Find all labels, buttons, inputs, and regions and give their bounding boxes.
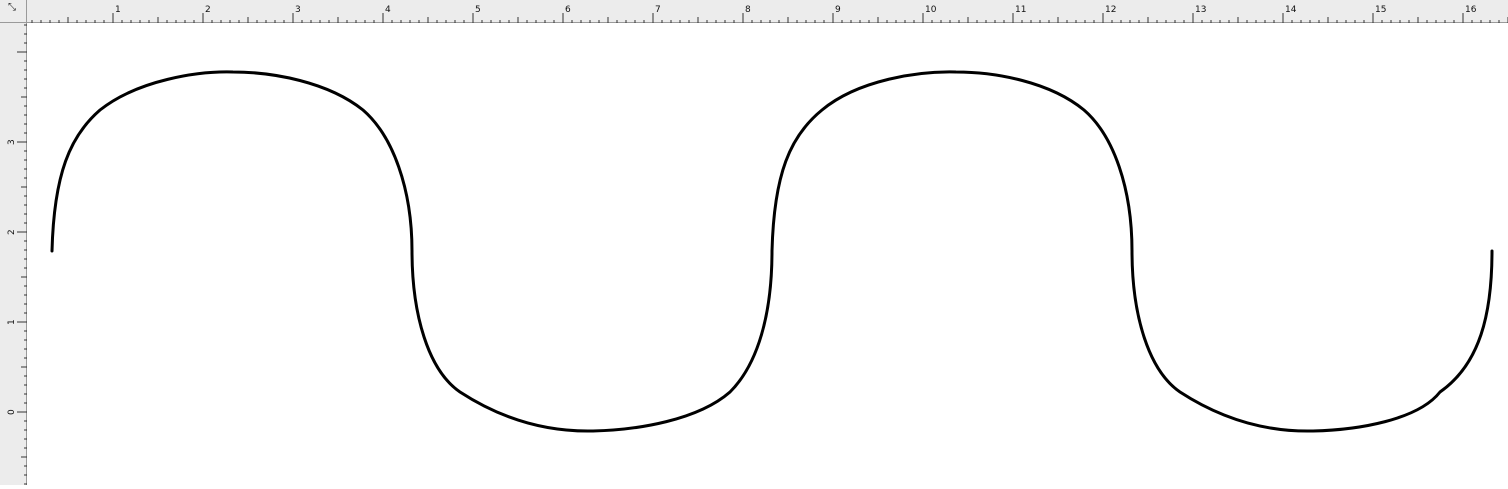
vertical-ruler-label: 1 bbox=[7, 319, 17, 325]
horizontal-ruler-label: 3 bbox=[295, 5, 301, 15]
vertical-ruler-label: 0 bbox=[7, 409, 17, 415]
horizontal-ruler-label: 7 bbox=[655, 5, 661, 15]
horizontal-ruler-label: 10 bbox=[925, 5, 937, 15]
horizontal-ruler-label: 9 bbox=[835, 5, 841, 15]
horizontal-ruler-label: 6 bbox=[565, 5, 571, 15]
horizontal-ruler-label: 13 bbox=[1195, 5, 1206, 15]
vertical-ruler-label: 3 bbox=[7, 139, 17, 145]
horizontal-ruler-label: 8 bbox=[745, 5, 751, 15]
ruler-origin-corner[interactable]: ⤡ bbox=[0, 0, 27, 23]
horizontal-ruler[interactable]: 1 2 3 4 5 6 7 8 9 10 11 12 13 14 15 16 bbox=[27, 0, 1508, 23]
horizontal-ruler-label: 4 bbox=[385, 5, 391, 15]
horizontal-ruler-label: 2 bbox=[205, 5, 211, 15]
horizontal-ruler-label: 16 bbox=[1465, 5, 1477, 15]
horizontal-ruler-label: 15 bbox=[1375, 5, 1386, 15]
horizontal-ruler-label: 5 bbox=[475, 5, 481, 15]
vertical-ruler-label: 2 bbox=[7, 229, 17, 235]
canvas-drawing bbox=[50, 70, 1494, 433]
ruler-origin-icon: ⤡ bbox=[8, 2, 16, 13]
horizontal-ruler-label: 1 bbox=[115, 5, 121, 15]
horizontal-ruler-label: 14 bbox=[1285, 5, 1297, 15]
wave-curve[interactable] bbox=[50, 70, 1494, 433]
horizontal-ruler-label: 12 bbox=[1105, 5, 1116, 15]
horizontal-ruler-label: 11 bbox=[1015, 5, 1026, 15]
horizontal-ruler-graphic: 1 2 3 4 5 6 7 8 9 10 11 12 13 14 15 16 bbox=[31, 5, 1508, 23]
vertical-ruler[interactable]: 3 2 1 0 bbox=[0, 23, 27, 485]
vertical-ruler-graphic: 3 2 1 0 bbox=[7, 24, 27, 485]
drawing-canvas[interactable] bbox=[28, 24, 1508, 485]
